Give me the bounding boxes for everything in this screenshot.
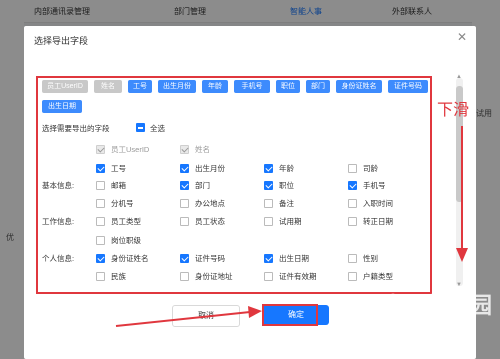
field-option-label: 出生日期 xyxy=(279,254,309,263)
field-checkbox[interactable] xyxy=(96,236,105,245)
field-checkbox[interactable] xyxy=(264,199,273,208)
field-checkbox[interactable] xyxy=(348,254,357,263)
select-prompt: 选择需要导出的字段 xyxy=(42,124,110,133)
field-checkbox[interactable] xyxy=(264,217,273,226)
field-option-label: 岗位职级 xyxy=(111,236,141,245)
field-checkbox[interactable] xyxy=(348,217,357,226)
annotation-scroll-text: 下滑 xyxy=(437,100,470,119)
selected-chip[interactable]: 身份证姓名 xyxy=(336,80,382,93)
field-checkbox[interactable] xyxy=(180,164,189,173)
ok-button[interactable]: 确定 xyxy=(263,305,329,325)
selected-chip[interactable]: 手机号 xyxy=(234,80,270,93)
field-option-label: 转正日期 xyxy=(363,217,393,226)
field-checkbox[interactable] xyxy=(96,181,105,190)
select-all-checkbox[interactable] xyxy=(136,123,145,132)
field-option-label: 户籍类型 xyxy=(363,272,393,281)
select-all-label[interactable]: 全选 xyxy=(150,123,165,134)
field-option-label: 年龄 xyxy=(279,164,294,173)
group-label: 基本信息: xyxy=(42,181,75,190)
field-checkbox[interactable] xyxy=(96,272,105,281)
selected-chip[interactable]: 部门 xyxy=(306,80,330,93)
field-option-label: 身份证姓名 xyxy=(111,254,149,263)
field-checkbox[interactable] xyxy=(180,181,189,190)
close-icon[interactable]: ✕ xyxy=(455,30,469,44)
field-checkbox[interactable] xyxy=(348,181,357,190)
field-checkbox xyxy=(96,145,105,154)
field-checkbox[interactable] xyxy=(96,164,105,173)
field-option-label: 邮箱 xyxy=(111,181,126,190)
field-checkbox[interactable] xyxy=(180,199,189,208)
field-option-label: 员工类型 xyxy=(111,217,141,226)
selected-chip[interactable]: 员工UserID xyxy=(42,80,88,93)
field-checkbox[interactable] xyxy=(348,199,357,208)
field-checkbox[interactable] xyxy=(96,199,105,208)
selected-chip[interactable]: 工号 xyxy=(128,80,152,93)
field-checkbox[interactable] xyxy=(264,272,273,281)
field-checkbox[interactable] xyxy=(264,181,273,190)
field-checkbox[interactable] xyxy=(348,272,357,281)
field-option-label: 性别 xyxy=(363,254,378,263)
field-option-label: 身份证地址 xyxy=(195,272,233,281)
selected-chip[interactable]: 姓名 xyxy=(94,80,122,93)
group-label: 个人信息: xyxy=(42,254,75,263)
field-option-label: 分机号 xyxy=(111,199,134,208)
selected-chip[interactable]: 职位 xyxy=(276,80,300,93)
field-checkbox[interactable] xyxy=(264,164,273,173)
cancel-button[interactable]: 取消 xyxy=(172,305,240,327)
selected-chip[interactable]: 出生月份 xyxy=(158,80,196,93)
field-option-label: 备注 xyxy=(279,199,294,208)
field-checkbox[interactable] xyxy=(96,254,105,263)
field-option-label: 出生月份 xyxy=(195,164,225,173)
field-checkbox[interactable] xyxy=(264,254,273,263)
field-option-label: 员工状态 xyxy=(195,217,225,226)
scroll-up-icon[interactable]: ▲ xyxy=(456,74,462,80)
field-option-label: 司龄 xyxy=(363,164,378,173)
field-option-label: 职位 xyxy=(279,181,294,190)
selected-chip[interactable]: 出生日期 xyxy=(42,100,82,113)
watermark-logo xyxy=(336,296,384,344)
field-option-label: 办公地点 xyxy=(195,199,225,208)
field-option-label: 民族 xyxy=(111,272,126,281)
field-checkbox[interactable] xyxy=(180,217,189,226)
selected-chip[interactable]: 证件号码 xyxy=(388,80,428,93)
group-label: 工作信息: xyxy=(42,217,75,226)
watermark-line2: 广东龙网 xyxy=(388,326,468,350)
dialog-title: 选择导出字段 xyxy=(34,36,89,46)
field-checkbox[interactable] xyxy=(348,164,357,173)
field-option-label: 员工UserID xyxy=(111,145,150,154)
field-checkbox[interactable] xyxy=(180,272,189,281)
field-option-label: 姓名 xyxy=(195,145,210,154)
selected-chip[interactable]: 年龄 xyxy=(202,80,228,93)
field-option-label: 证件号码 xyxy=(195,254,225,263)
field-checkbox[interactable] xyxy=(96,217,105,226)
field-option-label: 证件有效期 xyxy=(279,272,317,281)
field-option-label: 部门 xyxy=(195,181,210,190)
watermark-line1: 当下软件园 xyxy=(382,294,493,319)
field-checkbox xyxy=(180,145,189,154)
field-option-label: 手机号 xyxy=(363,181,386,190)
field-option-label: 工号 xyxy=(111,164,126,173)
field-option-label: 入职时间 xyxy=(363,199,393,208)
field-checkbox[interactable] xyxy=(180,254,189,263)
field-option-label: 试用期 xyxy=(279,217,302,226)
